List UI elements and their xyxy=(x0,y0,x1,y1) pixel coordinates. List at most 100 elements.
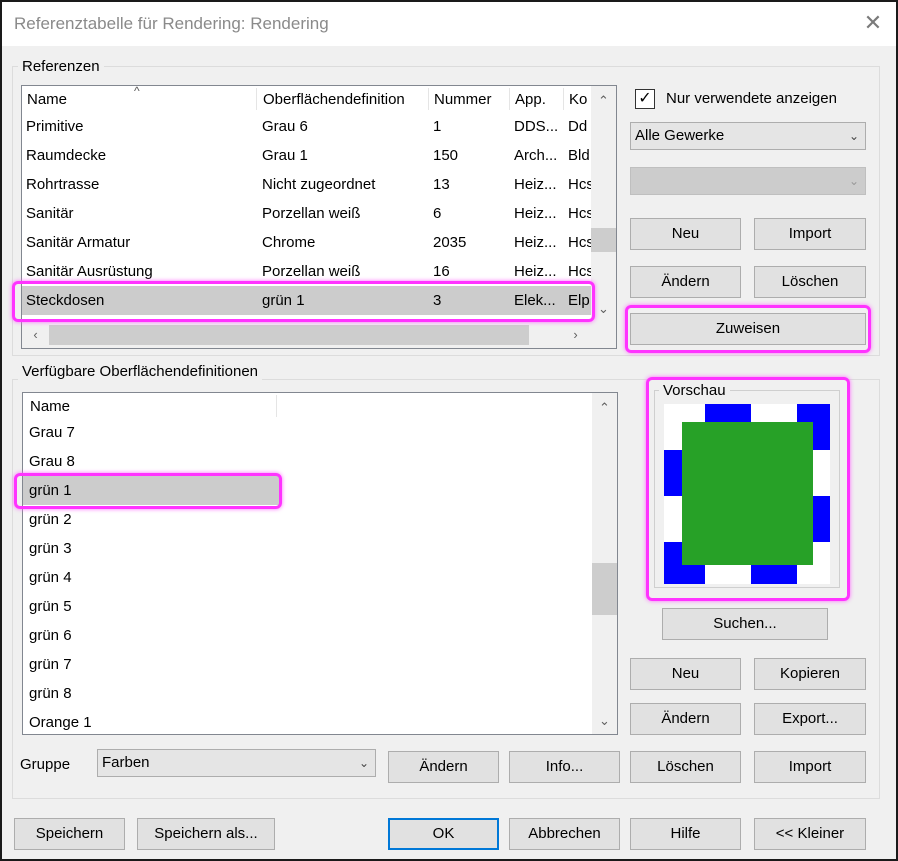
table-cell: Elek... xyxy=(514,292,556,309)
table-cell: Hcs xyxy=(568,234,591,251)
list-item[interactable]: Grau 8 xyxy=(23,447,280,476)
table-cell: Bld xyxy=(568,147,590,164)
col-header-ko[interactable]: Ko xyxy=(564,86,592,112)
gruppe-dropdown[interactable]: Farben ⌄ xyxy=(97,749,376,777)
table-cell: 13 xyxy=(433,176,450,193)
table-cell: 2035 xyxy=(433,234,467,251)
list-item[interactable]: grün 5 xyxy=(23,592,280,621)
table-cell: Dd xyxy=(568,118,588,135)
export-button[interactable]: Export... xyxy=(754,703,866,735)
referenzen-table[interactable]: Name ^ Oberflächendefinition Nummer App.… xyxy=(21,85,617,349)
scroll-down-icon[interactable]: ⌄ xyxy=(596,712,613,729)
verfuegbare-vscrollbar[interactable]: ⌃ ⌄ xyxy=(592,393,617,734)
table-row[interactable]: Sanitär Porzellan weiß 6 Heiz... Hcs xyxy=(22,199,591,228)
table-cell: Heiz... xyxy=(514,205,557,222)
gewerke-value: Alle Gewerke xyxy=(635,127,725,144)
col-header-app-label: App. xyxy=(515,91,546,108)
only-used-label: Nur verwendete anzeigen xyxy=(666,90,837,107)
list-item[interactable]: Grau 7 xyxy=(23,418,280,447)
col-header-app[interactable]: App. xyxy=(510,86,563,112)
table-cell: Grau 1 xyxy=(262,147,308,164)
table-row[interactable]: Steckdosen grün 1 3 Elek... Elp xyxy=(22,286,591,315)
surf-loeschen-button[interactable]: Löschen xyxy=(630,751,741,783)
list-item[interactable]: grün 4 xyxy=(23,563,280,592)
ref-loeschen-button[interactable]: Löschen xyxy=(754,266,866,298)
table-cell: Elp xyxy=(568,292,590,309)
gruppe-value: Farben xyxy=(102,754,150,771)
gewerke-dropdown[interactable]: Alle Gewerke ⌄ xyxy=(630,122,866,150)
hilfe-button[interactable]: Hilfe xyxy=(630,818,741,850)
col-header-ko-label: Ko xyxy=(569,91,588,108)
col-header-oberflaeche[interactable]: Oberflächendefinition xyxy=(258,86,429,112)
preview-fill xyxy=(682,422,813,565)
scroll-up-icon[interactable]: ⌃ xyxy=(596,399,613,416)
kopieren-button[interactable]: Kopieren xyxy=(754,658,866,690)
list-item[interactable]: grün 8 xyxy=(23,679,280,708)
chevron-down-icon: ⌄ xyxy=(358,756,369,770)
scroll-thumb[interactable] xyxy=(591,228,616,252)
list-item[interactable]: Orange 1 xyxy=(23,708,280,734)
table-row[interactable]: Primitive Grau 6 1 DDS... Dd xyxy=(22,112,591,141)
col-header-name[interactable]: Name xyxy=(22,86,258,112)
table-cell: grün 1 xyxy=(262,292,305,309)
verfuegbare-list[interactable]: Name Grau 7 Grau 8 grün 1 grün 2 grün 3 grün … xyxy=(22,392,618,735)
col-separator[interactable] xyxy=(276,395,277,417)
table-cell: Heiz... xyxy=(514,176,557,193)
table-row[interactable]: Raumdecke Grau 1 150 Arch... Bld xyxy=(22,141,591,170)
table-cell: Rohrtrasse xyxy=(26,176,100,193)
list-item[interactable]: grün 6 xyxy=(23,621,280,650)
only-used-checkbox[interactable]: ✓ xyxy=(635,89,655,109)
table-row[interactable]: Rohrtrasse Nicht zugeordnet 13 Heiz... Hcs xyxy=(22,170,591,199)
table-cell: Nicht zugeordnet xyxy=(262,176,376,193)
referenzen-hscrollbar[interactable]: ‹ › xyxy=(22,322,591,348)
close-icon[interactable]: ✕ xyxy=(860,10,886,36)
table-cell: Primitive xyxy=(26,118,84,135)
title-bar: Referenztabelle für Rendering: Rendering… xyxy=(2,2,896,46)
ref-import-button[interactable]: Import xyxy=(754,218,866,250)
table-cell: 16 xyxy=(433,263,450,280)
speichern-als-button[interactable]: Speichern als... xyxy=(137,818,275,850)
col-header-name-label: Name xyxy=(27,91,68,108)
scroll-thumb[interactable] xyxy=(592,563,617,615)
chevron-down-icon: ⌄ xyxy=(848,174,859,188)
col-separator[interactable] xyxy=(256,88,257,110)
list-item[interactable]: grün 3 xyxy=(23,534,280,563)
table-cell: Raumdecke xyxy=(26,147,107,164)
referenzen-label: Referenzen xyxy=(18,58,104,75)
ref-aendern-button[interactable]: Ändern xyxy=(630,266,741,298)
list-item[interactable]: grün 2 xyxy=(23,505,280,534)
table-cell: Sanitär xyxy=(26,205,74,222)
col-header-nummer[interactable]: Nummer xyxy=(429,86,509,112)
col-header-name[interactable]: Name xyxy=(25,393,277,419)
table-cell: Steckdosen xyxy=(26,292,105,309)
referenzen-vscrollbar[interactable]: ⌃ ⌄ xyxy=(591,86,616,322)
list-item[interactable]: grün 1 xyxy=(23,476,280,505)
scroll-left-icon[interactable]: ‹ xyxy=(27,326,44,343)
preview-swatch xyxy=(664,404,830,584)
info-button[interactable]: Info... xyxy=(509,751,620,783)
ok-button[interactable]: OK xyxy=(388,818,499,850)
scroll-right-icon[interactable]: › xyxy=(567,326,584,343)
vorschau-label: Vorschau xyxy=(659,382,730,399)
surf-neu-button[interactable]: Neu xyxy=(630,658,741,690)
scroll-down-icon[interactable]: ⌄ xyxy=(595,300,612,317)
surf-import-button[interactable]: Import xyxy=(754,751,866,783)
table-cell: Heiz... xyxy=(514,263,557,280)
gruppe-aendern-button[interactable]: Ändern xyxy=(388,751,499,783)
table-cell: 1 xyxy=(433,118,442,135)
scroll-thumb[interactable] xyxy=(49,325,529,345)
col-header-nummer-label: Nummer xyxy=(434,91,492,108)
surf-aendern-button[interactable]: Ändern xyxy=(630,703,741,735)
table-cell: Hcs xyxy=(568,205,591,222)
table-row[interactable]: Sanitär Ausrüstung Porzellan weiß 16 Heiz..… xyxy=(22,257,591,286)
scroll-up-icon[interactable]: ⌃ xyxy=(595,92,612,109)
suchen-button[interactable]: Suchen... xyxy=(662,608,828,640)
ref-neu-button[interactable]: Neu xyxy=(630,218,741,250)
zuweisen-button[interactable]: Zuweisen xyxy=(630,313,866,345)
speichern-button[interactable]: Speichern xyxy=(14,818,125,850)
abbrechen-button[interactable]: Abbrechen xyxy=(509,818,620,850)
table-cell: DDS... xyxy=(514,118,559,135)
table-row[interactable]: Sanitär Armatur Chrome 2035 Heiz... Hcs xyxy=(22,228,591,257)
list-item[interactable]: grün 7 xyxy=(23,650,280,679)
kleiner-button[interactable]: << Kleiner xyxy=(754,818,866,850)
